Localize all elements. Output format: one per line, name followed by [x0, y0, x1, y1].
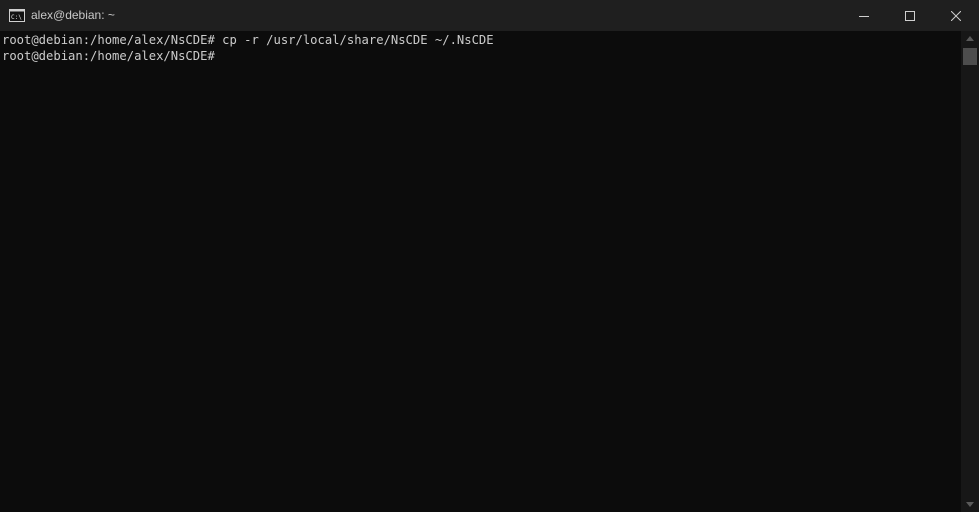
- scroll-up-arrow-icon[interactable]: [961, 31, 979, 46]
- terminal-prompt-line: root@debian:/home/alex/NsCDE#: [2, 49, 215, 63]
- minimize-button[interactable]: [841, 0, 887, 31]
- scrollbar-thumb[interactable]: [963, 48, 977, 65]
- terminal-window: C:\ alex@debian: ~ root@debian:/home/ale…: [0, 0, 979, 512]
- window-title: alex@debian: ~: [31, 8, 115, 22]
- scroll-down-arrow-icon[interactable]: [961, 497, 979, 512]
- terminal-line: root@debian:/home/alex/NsCDE# cp -r /usr…: [2, 33, 494, 47]
- close-icon: [951, 10, 961, 21]
- terminal-output[interactable]: root@debian:/home/alex/NsCDE# cp -r /usr…: [0, 31, 961, 512]
- close-button[interactable]: [933, 0, 979, 31]
- console-icon: C:\: [9, 9, 25, 22]
- svg-text:C:\: C:\: [11, 14, 22, 21]
- vertical-scrollbar[interactable]: [961, 31, 979, 512]
- maximize-icon: [905, 10, 915, 21]
- minimize-icon: [859, 15, 869, 17]
- maximize-button[interactable]: [887, 0, 933, 31]
- title-bar[interactable]: C:\ alex@debian: ~: [0, 0, 979, 31]
